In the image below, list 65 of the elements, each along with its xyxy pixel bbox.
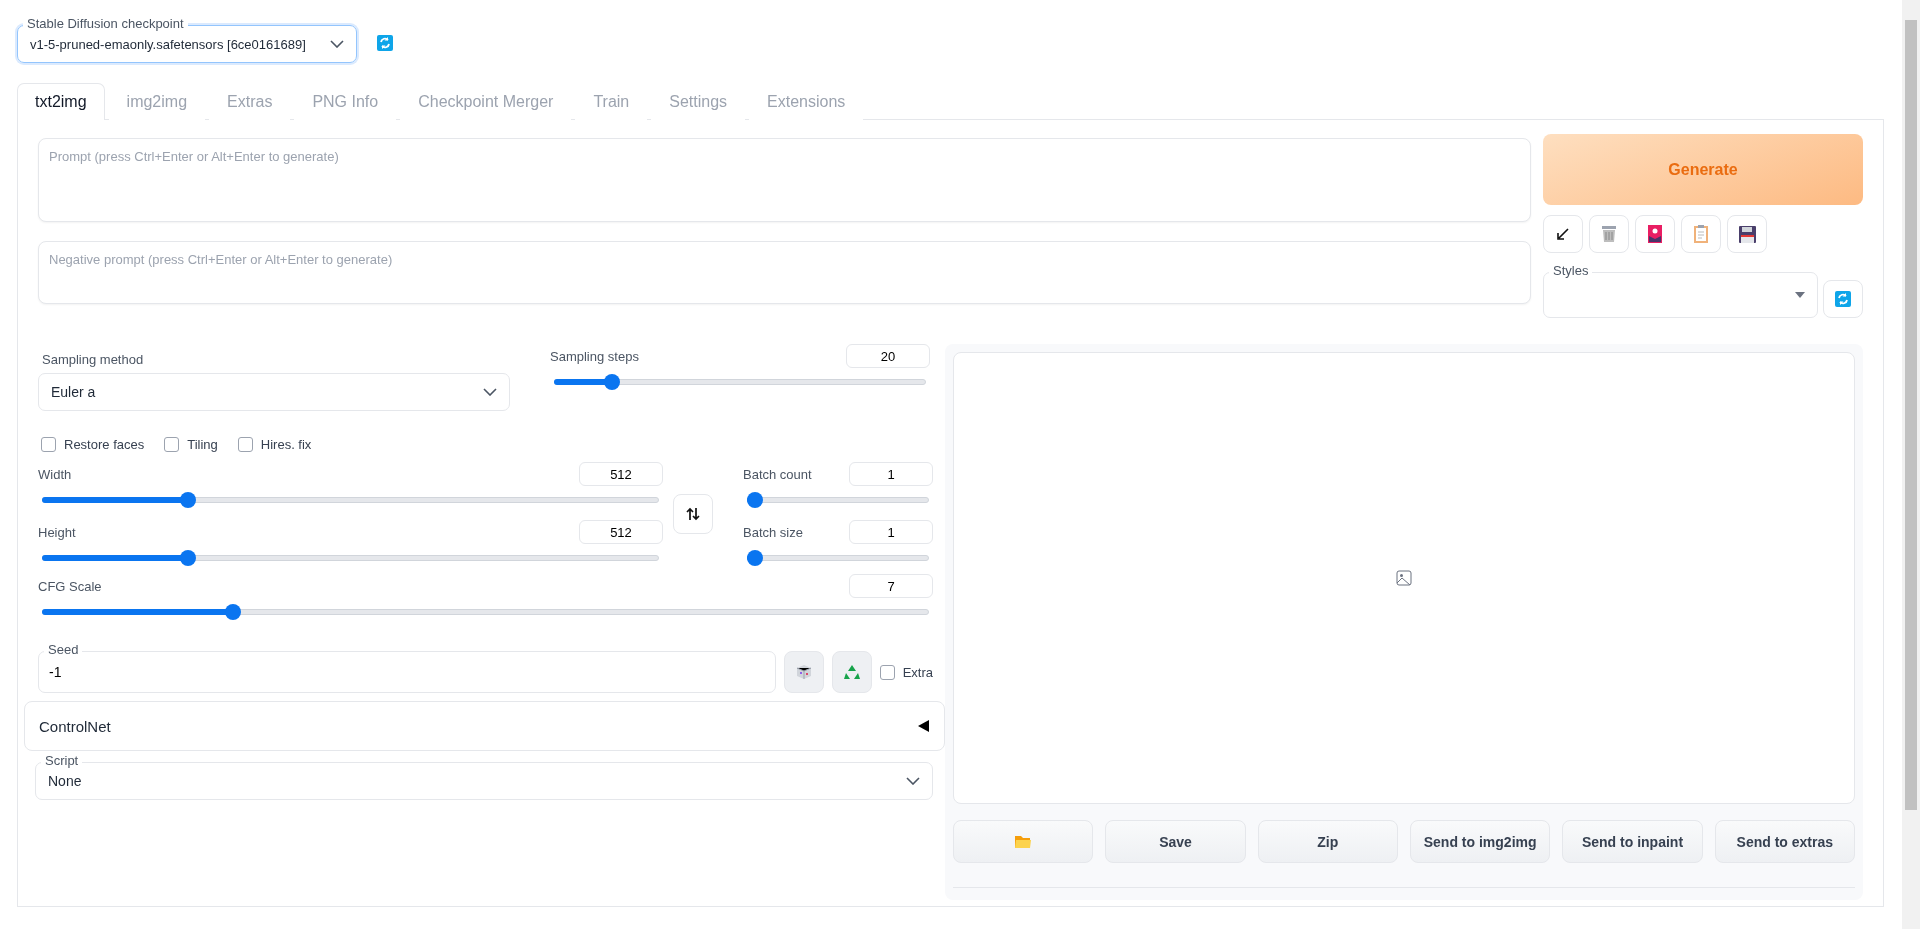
- slider-label: Sampling steps: [550, 348, 639, 364]
- slider-label: Batch size: [743, 524, 803, 540]
- batch-size-slider[interactable]: [747, 550, 929, 566]
- swap-button[interactable]: [673, 494, 713, 534]
- random-seed-button[interactable]: [783, 651, 824, 693]
- refresh-button[interactable]: [1823, 280, 1863, 318]
- sampling-method-select[interactable]: Euler a: [38, 373, 510, 411]
- reuse-seed-button[interactable]: [831, 651, 872, 693]
- tab[interactable]: txt2img: [17, 83, 105, 120]
- caret-icon: [1795, 292, 1805, 298]
- clipboard-icon: [1694, 225, 1708, 243]
- scrollbar-thumb[interactable]: [1905, 20, 1917, 810]
- gallery-button[interactable]: Save: [1105, 820, 1246, 863]
- chevron-down-icon: [906, 777, 920, 785]
- gallery-button[interactable]: Send to img2img: [1410, 820, 1551, 863]
- arrow-icon: [1556, 227, 1570, 241]
- number-field[interactable]: 20: [846, 344, 930, 368]
- gallery-button[interactable]: Send to inpaint: [1562, 820, 1703, 863]
- number-field[interactable]: 7: [849, 574, 933, 598]
- slider-label: Width: [38, 466, 72, 482]
- field-label: Sampling method: [42, 352, 145, 367]
- checkbox[interactable]: [164, 437, 180, 452]
- field-label: Script: [41, 753, 83, 768]
- refresh-icon: [377, 35, 393, 51]
- dice-icon: [795, 664, 812, 680]
- folder-icon: [1015, 834, 1032, 849]
- scrollbar[interactable]: [1902, 0, 1920, 929]
- image-icon: [1396, 570, 1412, 586]
- checkbox-option[interactable]: Extra: [879, 651, 933, 693]
- controlnet-accordion[interactable]: ControlNet: [24, 701, 945, 751]
- negative-prompt-field[interactable]: Negative prompt (press Ctrl+Enter or Alt+Enter to generate): [38, 241, 1531, 304]
- tool-button[interactable]: [1727, 215, 1767, 253]
- tool-button[interactable]: [1543, 215, 1583, 253]
- cfg-scale-slider[interactable]: [42, 604, 929, 620]
- field-label: Stable Diffusion checkpoint: [23, 16, 188, 31]
- open-folder-button[interactable]: [953, 820, 1094, 863]
- slider-label: Batch count: [743, 466, 812, 482]
- refresh-icon: [1835, 291, 1851, 307]
- checkbox[interactable]: [237, 437, 253, 452]
- chevron-down-icon: [483, 388, 497, 396]
- checkbox-option[interactable]: Hires. fix: [237, 437, 312, 452]
- width-slider[interactable]: [42, 492, 659, 508]
- checkbox-option[interactable]: Restore faces: [41, 437, 145, 452]
- prompt-field[interactable]: Prompt (press Ctrl+Enter or Alt+Enter to generate): [38, 138, 1531, 222]
- field-label: Seed: [44, 642, 83, 657]
- gallery-button[interactable]: Send to extras: [1714, 820, 1855, 863]
- steps-slider[interactable]: [554, 374, 926, 390]
- batch-count-slider[interactable]: [747, 492, 929, 508]
- number-field[interactable]: 512: [579, 520, 663, 544]
- number-field[interactable]: 512: [579, 462, 663, 486]
- field-label: Styles: [1549, 263, 1593, 278]
- checkbox-option[interactable]: Tiling: [164, 437, 218, 452]
- picture-card-icon: [1648, 225, 1662, 243]
- number-field[interactable]: 1: [849, 462, 933, 486]
- checkbox[interactable]: [41, 437, 56, 452]
- number-field[interactable]: 1: [849, 520, 933, 544]
- height-slider[interactable]: [42, 550, 659, 566]
- chevron-down-icon: [330, 40, 344, 48]
- trash-icon: [1601, 225, 1617, 243]
- slider-label: CFG Scale: [38, 578, 102, 594]
- checkbox[interactable]: [879, 664, 895, 680]
- tool-button[interactable]: [1635, 215, 1675, 253]
- slider-label: Height: [38, 524, 76, 540]
- swap-arrows-icon: [686, 507, 700, 521]
- gallery-button[interactable]: Zip: [1257, 820, 1398, 863]
